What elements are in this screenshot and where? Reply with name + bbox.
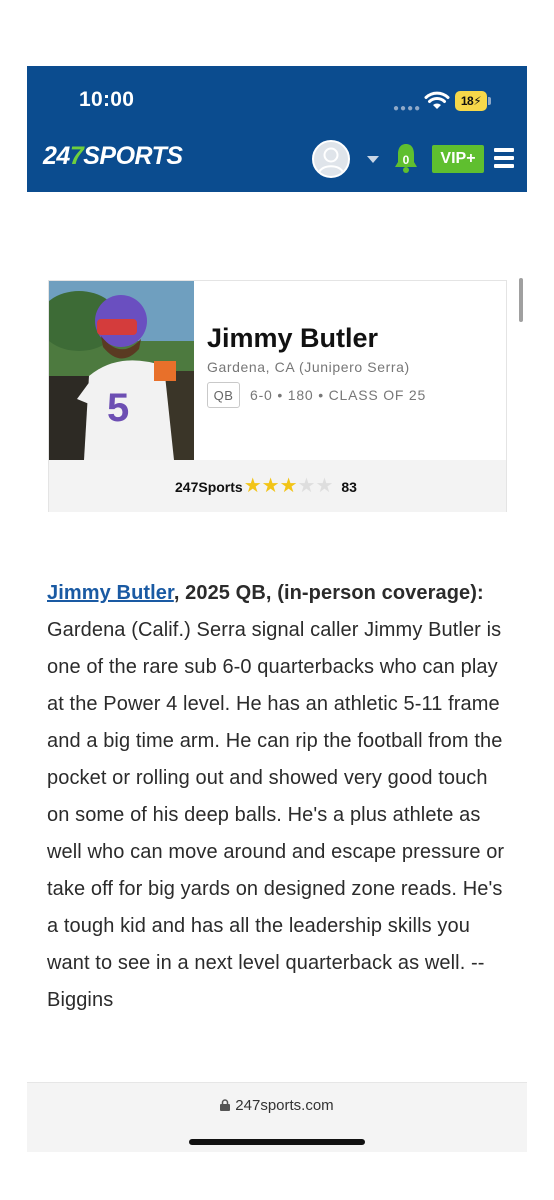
article-body: Jimmy Butler, 2025 QB, (in-person covera… (47, 575, 507, 1019)
rating-score: 83 (341, 479, 357, 495)
article-lead: , 2025 QB, (in-person coverage): (173, 582, 484, 604)
star-filled-icon: ★ (279, 475, 298, 497)
scrollbar[interactable] (519, 278, 523, 322)
rating-source-label: 247Sports (175, 479, 243, 495)
site-logo[interactable]: 247SPORTS (43, 142, 183, 171)
player-weight: 180 (287, 387, 314, 403)
chevron-down-icon[interactable] (367, 156, 379, 163)
player-height: 6-0 (250, 387, 273, 403)
browser-bottom-bar: 247sports.com (27, 1082, 527, 1152)
battery-level: 18 (460, 94, 474, 108)
site-header: 10:00 ●●●● 18 ⚡ 247SPORTS 0 VIP+ (27, 66, 527, 192)
player-photo: 5 (49, 281, 194, 460)
player-measurables: 6-0 • 180 • CLASS OF 25 (250, 387, 427, 403)
home-indicator[interactable] (189, 1139, 365, 1145)
article-text: Gardena (Calif.) Serra signal caller Jim… (47, 619, 505, 1011)
user-avatar[interactable] (312, 140, 350, 178)
player-class: CLASS OF 25 (328, 387, 427, 403)
phone-screen: 10:00 ●●●● 18 ⚡ 247SPORTS 0 VIP+ 5 Jimmy… (27, 66, 527, 1152)
user-icon (318, 147, 344, 174)
page-url: 247sports.com (235, 1097, 334, 1114)
star-empty-icon: ★ (297, 475, 316, 497)
notifications-button[interactable]: 0 (393, 141, 419, 175)
logo-text-24: 24 (43, 142, 70, 170)
address-bar[interactable]: 247sports.com (27, 1097, 527, 1114)
position-badge: QB (207, 382, 240, 408)
battery-icon: 18 ⚡ (455, 91, 491, 111)
player-name[interactable]: Jimmy Butler (207, 323, 378, 354)
svg-text:5: 5 (107, 386, 129, 430)
star-empty-icon: ★ (315, 475, 334, 497)
star-filled-icon: ★ (261, 475, 280, 497)
player-link[interactable]: Jimmy Butler (47, 582, 174, 604)
lock-icon (220, 1099, 231, 1111)
page-content: 5 Jimmy Butler Gardena, CA (Junipero Ser… (27, 192, 527, 1082)
notification-count: 0 (402, 153, 410, 167)
player-school: Gardena, CA (Junipero Serra) (207, 359, 410, 375)
logo-text-sports: SPORTS (83, 142, 183, 170)
rating-bar: 247Sports ★★★★★ 83 (49, 460, 506, 512)
wifi-icon (424, 91, 450, 109)
star-filled-icon: ★ (243, 475, 262, 497)
status-time: 10:00 (79, 88, 135, 111)
hamburger-menu-icon[interactable] (494, 148, 514, 168)
star-rating: ★★★★★ (243, 475, 334, 497)
signal-icon: ●●●● (393, 103, 422, 114)
player-card[interactable]: 5 Jimmy Butler Gardena, CA (Junipero Ser… (48, 280, 507, 512)
vip-button[interactable]: VIP+ (432, 145, 484, 173)
logo-text-7: 7 (69, 142, 84, 170)
